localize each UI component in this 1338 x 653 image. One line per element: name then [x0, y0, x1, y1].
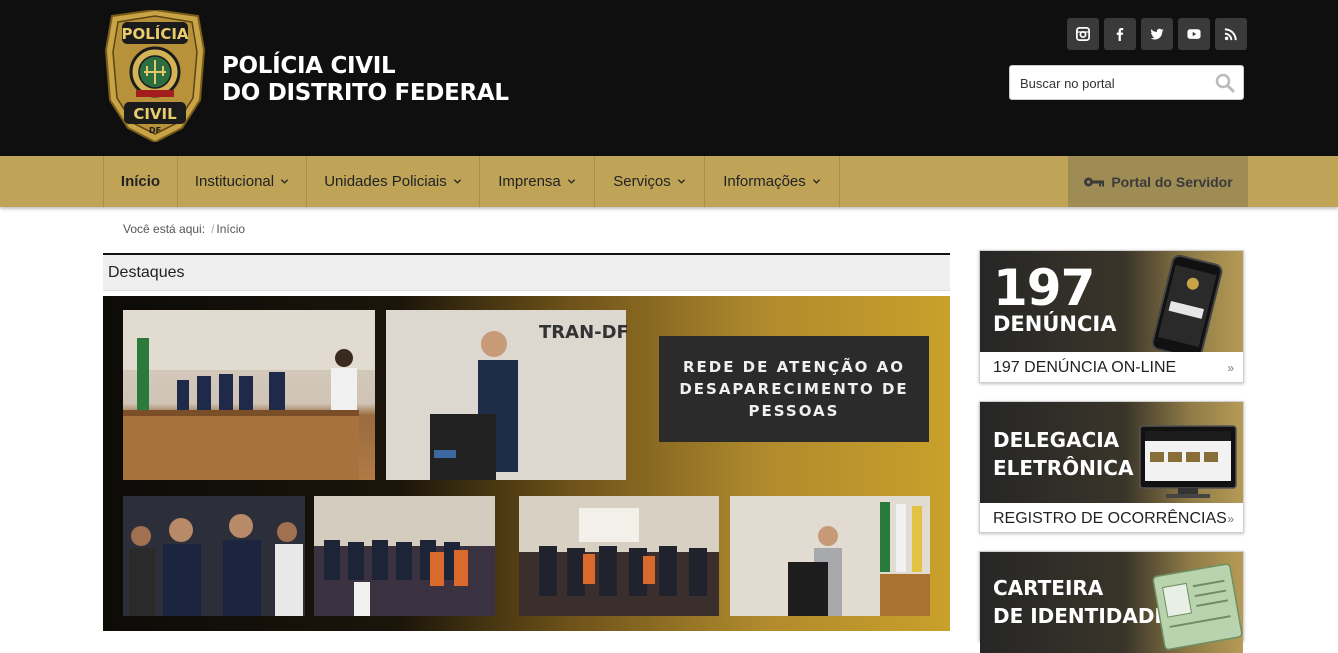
card-banner: DELEGACIA ELETRÔNICA	[980, 402, 1243, 503]
double-chevron-right-icon: »	[1227, 360, 1234, 375]
breadcrumb-separator: /	[211, 222, 215, 236]
nav-item-label: Institucional	[194, 173, 275, 190]
card-footer[interactable]: 197 DENÚNCIA ON-LINE »	[980, 352, 1243, 383]
search-box	[1009, 65, 1244, 100]
instagram-icon	[1076, 27, 1090, 41]
badge-state-text: DF	[149, 126, 161, 135]
card-footer[interactable]: REGISTRO DE OCORRÊNCIAS »	[980, 503, 1243, 534]
card-197-denuncia[interactable]: 197 DENÚNCIA 197 DENÚNCIA ON-LINE »	[979, 250, 1244, 383]
nav-item-label: Imprensa	[498, 173, 561, 190]
portal-do-servidor-button[interactable]: Portal do Servidor	[1068, 156, 1248, 207]
pcdf-badge-logo[interactable]: POLÍCIA CIVIL DF	[104, 10, 206, 142]
card-footer-label: REGISTRO DE OCORRÊNCIAS	[993, 509, 1227, 527]
youtube-button[interactable]	[1178, 18, 1210, 50]
photo-auditorium-crowd	[314, 496, 495, 616]
social-links	[1067, 18, 1247, 50]
banner-caption-box: REDE DE ATENÇÃO AO DESAPARECIMENTO DE PE…	[659, 336, 929, 442]
badge-bottom-text: CIVIL	[133, 105, 177, 123]
banner-wall-text: TRAN-DF	[539, 322, 629, 343]
card-footer-label: 197 DENÚNCIA ON-LINE	[993, 358, 1177, 376]
photo-audience-front	[123, 496, 305, 616]
card-carteira-identidade[interactable]: CARTEIRA DE IDENTIDADE	[979, 551, 1244, 653]
destaques-header: Destaques	[103, 253, 950, 291]
nav-item-label: Unidades Policiais	[324, 173, 447, 190]
breadcrumb-current[interactable]: Início	[216, 222, 245, 236]
nav-item-informacoes[interactable]: Informações	[705, 156, 840, 207]
banner-caption: REDE DE ATENÇÃO AO DESAPARECIMENTO DE PE…	[679, 358, 909, 420]
site-title-line2: DO DISTRITO FEDERAL	[222, 80, 509, 106]
chevron-down-icon	[677, 179, 685, 184]
nav-item-servicos[interactable]: Serviços	[595, 156, 705, 207]
site-title-line1: POLÍCIA CIVIL	[222, 53, 396, 79]
facebook-button[interactable]	[1104, 18, 1136, 50]
chevron-down-icon	[453, 179, 461, 184]
search-icon[interactable]	[1215, 73, 1235, 93]
badge-top-text: POLÍCIA	[121, 24, 188, 43]
nav-item-imprensa[interactable]: Imprensa	[480, 156, 595, 207]
instagram-button[interactable]	[1067, 18, 1099, 50]
rss-button[interactable]	[1215, 18, 1247, 50]
featured-banner[interactable]: TRAN-DF REDE DE ATENÇÃO AO DESAPARECIMEN…	[103, 296, 950, 631]
id-card-icon	[1152, 563, 1243, 651]
nav-item-label: Início	[120, 173, 161, 190]
breadcrumb-prefix: Você está aqui:	[123, 222, 206, 236]
section-title: Destaques	[108, 264, 185, 281]
card-title: DELEGACIA ELETRÔNICA	[993, 426, 1133, 482]
nav-item-institucional[interactable]: Institucional	[178, 156, 307, 207]
nav-item-label: Informações	[723, 173, 806, 190]
photo-speaker-stage	[730, 496, 930, 616]
card-banner: 197 DENÚNCIA	[980, 251, 1243, 352]
card-title: CARTEIRA DE IDENTIDADE	[993, 574, 1168, 630]
site-title[interactable]: POLÍCIA CIVIL DO DISTRITO FEDERAL	[222, 53, 509, 107]
youtube-icon	[1187, 29, 1201, 39]
rss-icon	[1224, 28, 1237, 41]
twitter-icon	[1150, 28, 1164, 40]
card-title-line2: DE IDENTIDADE	[993, 604, 1169, 628]
card-delegacia-eletronica[interactable]: DELEGACIA ELETRÔNICA REGISTRO DE OCORRÊN…	[979, 401, 1244, 533]
breadcrumb: Você está aqui: / Início	[123, 222, 245, 236]
nav-item-unidades-policiais[interactable]: Unidades Policiais	[307, 156, 480, 207]
chevron-down-icon	[280, 179, 289, 184]
double-chevron-right-icon: »	[1227, 511, 1234, 526]
main-nav: Início Institucional Unidades Policiais …	[0, 156, 1338, 207]
key-icon	[1084, 177, 1105, 186]
smartphone-icon	[1151, 255, 1223, 352]
nav-item-label: Serviços	[613, 173, 671, 190]
card-banner: CARTEIRA DE IDENTIDADE	[980, 552, 1243, 653]
nav-item-inicio[interactable]: Início	[103, 156, 178, 207]
card-title-line1: DELEGACIA	[993, 428, 1120, 452]
card-title-line2: ELETRÔNICA	[993, 456, 1134, 480]
monitor-icon	[1139, 425, 1237, 498]
chevron-down-icon	[567, 179, 575, 184]
photo-ceremony-table	[123, 310, 375, 480]
chevron-down-icon	[812, 179, 820, 184]
card-title-line1: CARTEIRA	[993, 576, 1104, 600]
twitter-button[interactable]	[1141, 18, 1173, 50]
card-197-subtitle: DENÚNCIA	[993, 312, 1117, 336]
search-input[interactable]	[1020, 74, 1210, 92]
photo-auditorium-back	[519, 496, 719, 616]
portal-label: Portal do Servidor	[1111, 173, 1233, 190]
site-header: POLÍCIA CIVIL DF POLÍCIA CIVIL DO DISTRI…	[0, 0, 1338, 156]
card-197-number: 197	[993, 259, 1095, 317]
facebook-icon	[1116, 27, 1124, 41]
